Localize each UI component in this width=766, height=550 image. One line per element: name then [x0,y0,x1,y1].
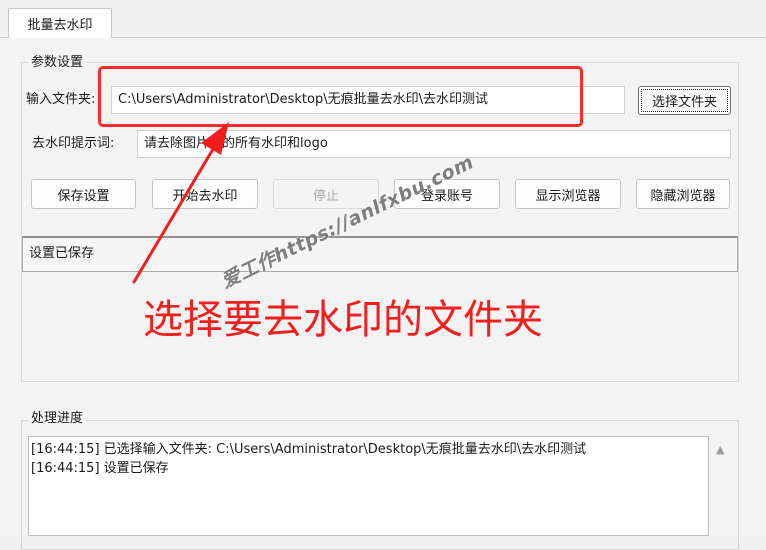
tab-label: 批量去水印 [27,18,93,33]
input-folder-label: 输入文件夹: [26,92,96,107]
input-folder-field[interactable]: C:\Users\Administrator\Desktop\无痕批量去水印\去… [111,86,625,114]
status-text: 设置已保存 [29,246,95,261]
hide-browser-button[interactable]: 隐藏浏览器 [636,179,730,209]
prompt-field[interactable]: 请去除图片上的所有水印和logo [137,130,731,158]
start-removal-button[interactable]: 开始去水印 [152,179,258,209]
log-line: [16:44:15] 设置已保存 [31,461,169,476]
progress-group-title: 处理进度 [28,411,87,427]
show-browser-button[interactable]: 显示浏览器 [515,179,621,209]
prompt-label: 去水印提示词: [32,136,115,151]
select-folder-button[interactable]: 选择文件夹 [638,86,731,115]
annotation-text: 选择要去水印的文件夹 [143,297,543,343]
status-box: 设置已保存 [22,236,738,272]
progress-log[interactable]: [16:44:15] 已选择输入文件夹: C:\Users\Administra… [28,436,709,536]
params-group-title: 参数设置 [28,55,87,71]
log-line: [16:44:15] 已选择输入文件夹: C:\Users\Administra… [31,442,587,457]
save-settings-button[interactable]: 保存设置 [31,179,136,209]
triangle-up-icon[interactable]: ▲ [716,444,724,456]
tab-batch-watermark-removal[interactable]: 批量去水印 [8,8,112,38]
log-scrollbar[interactable]: ▲ [709,436,735,536]
